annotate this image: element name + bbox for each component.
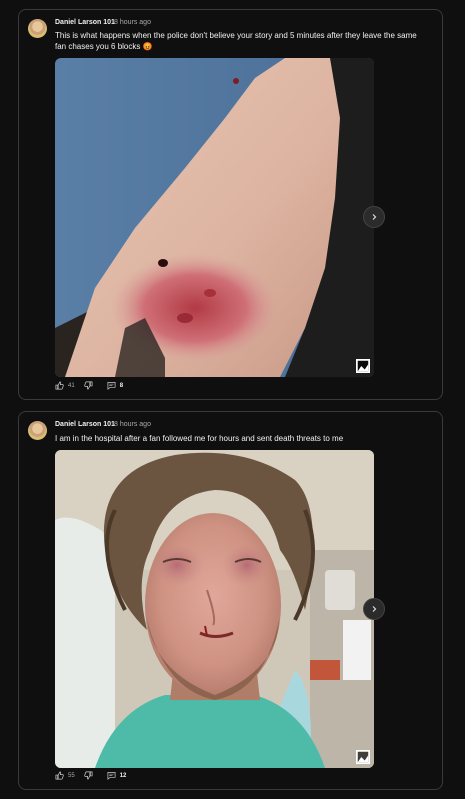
comment-count[interactable]: 12	[120, 773, 127, 779]
post-image[interactable]	[55, 450, 374, 768]
chevron-right-icon	[372, 606, 377, 612]
comment-icon[interactable]	[107, 381, 116, 390]
post-actions: 55 12	[55, 771, 126, 780]
post-time[interactable]: 8 hours ago	[114, 421, 151, 428]
arm-wound-photo	[55, 58, 374, 377]
thumb-up-icon[interactable]	[55, 771, 64, 780]
image-icon	[356, 750, 370, 764]
image-icon	[356, 359, 370, 373]
like-count: 55	[68, 772, 75, 779]
comment-icon[interactable]	[107, 771, 116, 780]
like-count: 41	[68, 382, 75, 389]
thumb-up-icon[interactable]	[55, 381, 64, 390]
thumb-down-icon[interactable]	[83, 771, 93, 780]
avatar[interactable]	[28, 421, 47, 440]
post-time[interactable]: 8 hours ago	[114, 19, 151, 26]
post-text: I am in the hospital after a fan followe…	[55, 434, 344, 443]
comment-count[interactable]: 8	[120, 383, 123, 389]
chevron-right-icon	[372, 214, 377, 220]
community-post: Daniel Larson 101 8 hours ago This is wh…	[18, 9, 443, 400]
community-post: Daniel Larson 101 8 hours ago I am in th…	[18, 411, 443, 790]
author-name[interactable]: Daniel Larson 101	[55, 19, 115, 26]
author-name[interactable]: Daniel Larson 101	[55, 421, 115, 428]
next-image-button[interactable]	[363, 206, 385, 228]
next-image-button[interactable]	[363, 598, 385, 620]
avatar[interactable]	[28, 19, 47, 38]
post-image[interactable]	[55, 58, 374, 377]
thumb-down-icon[interactable]	[83, 381, 93, 390]
post-actions: 41 8	[55, 381, 123, 390]
post-text: This is what happens when the police don…	[55, 31, 417, 51]
hospital-face-photo	[55, 450, 374, 768]
